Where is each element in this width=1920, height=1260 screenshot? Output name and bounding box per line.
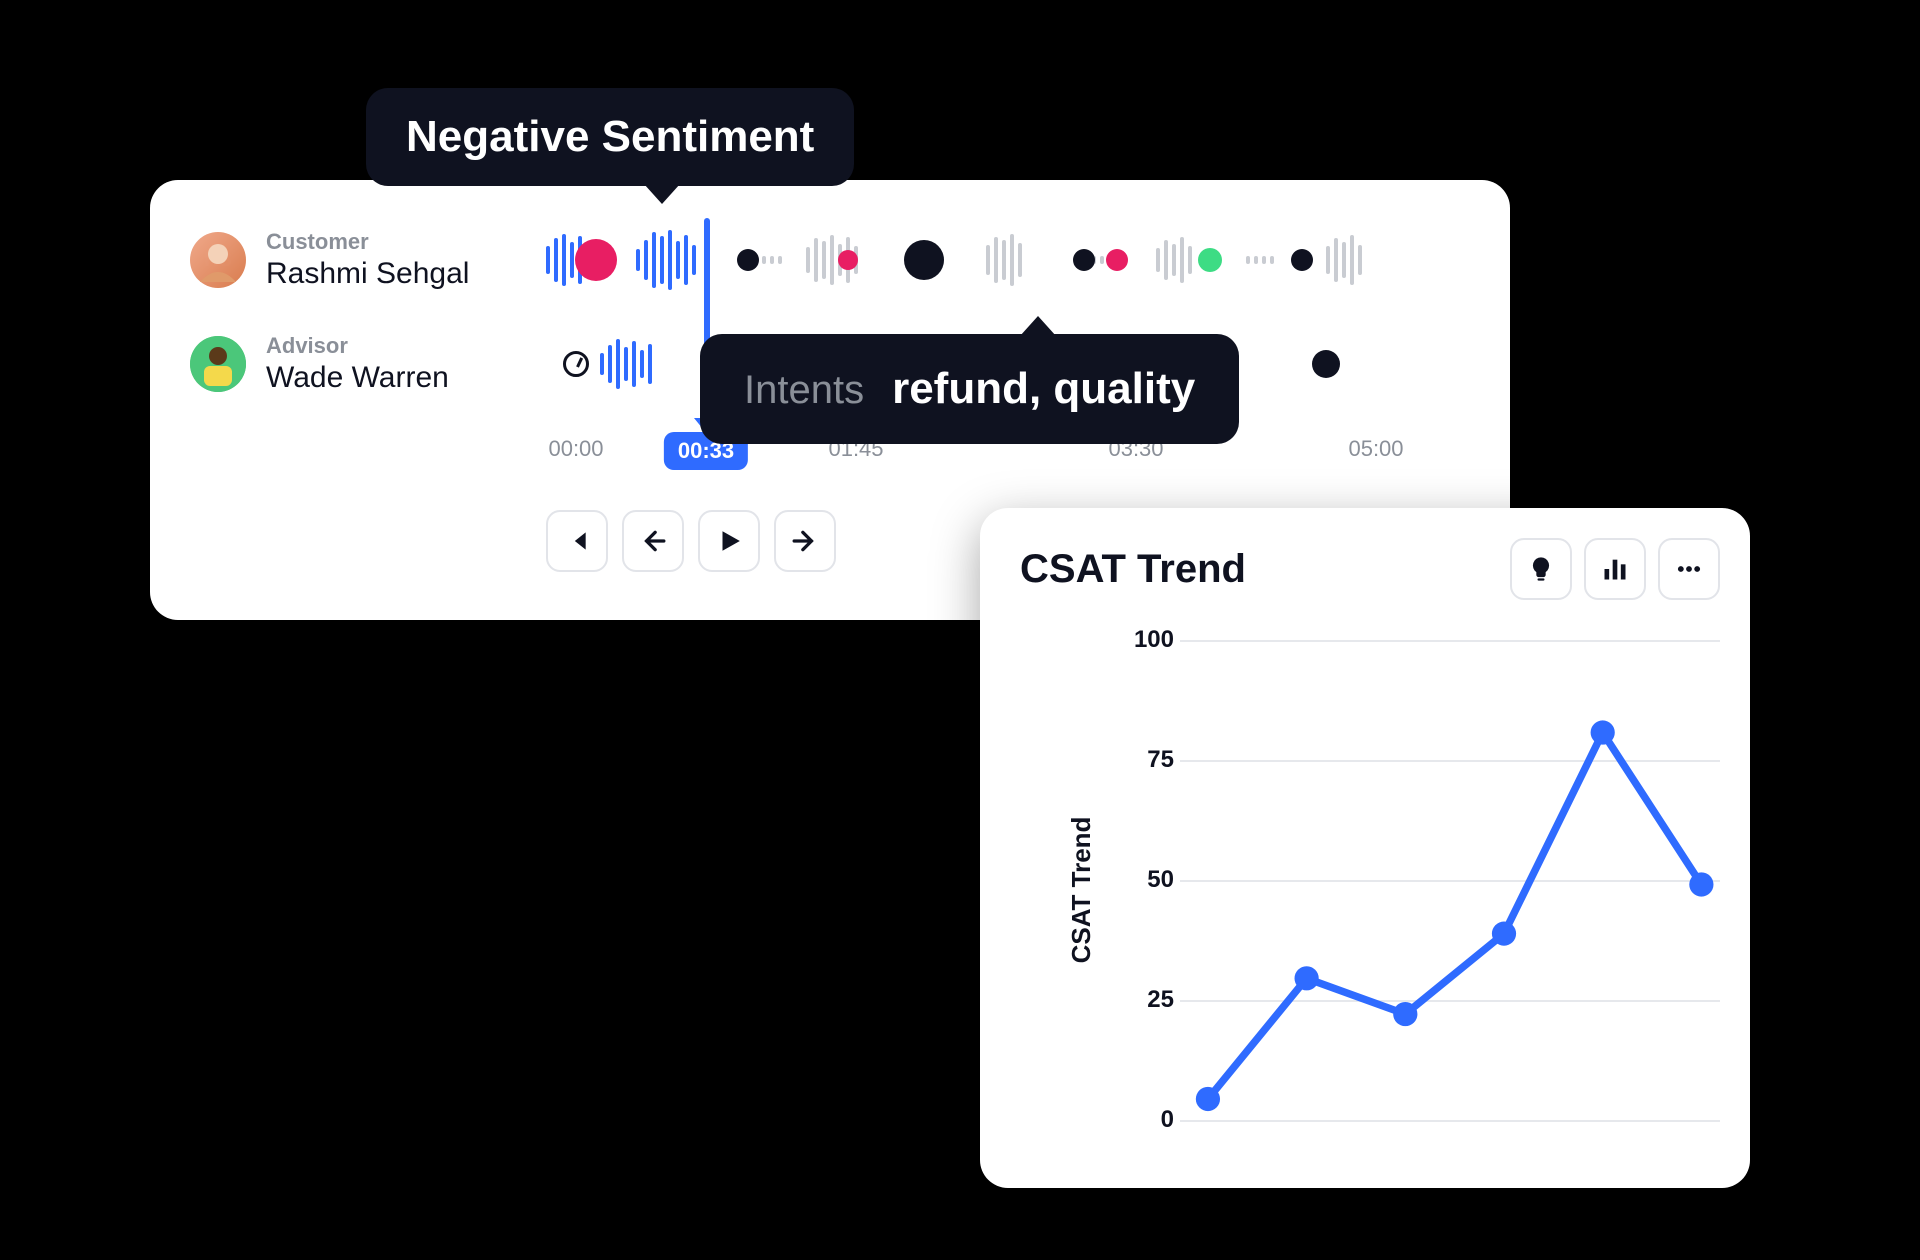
chart-y-tick: 75 xyxy=(1130,746,1174,774)
sentiment-dot xyxy=(1198,248,1222,272)
intents-tooltip-value: refund, quality xyxy=(892,364,1195,414)
chart-data-point[interactable] xyxy=(1393,1002,1417,1026)
chart-data-point[interactable] xyxy=(1492,922,1516,946)
play-icon xyxy=(716,528,742,554)
lightbulb-icon xyxy=(1527,555,1555,583)
chart-line xyxy=(1180,640,1720,1120)
chart-y-tick: 0 xyxy=(1130,1106,1174,1134)
chart-actions xyxy=(1510,538,1720,600)
arrow-left-icon xyxy=(640,528,666,554)
customer-name: Rashmi Sehgal xyxy=(266,257,546,291)
clock-icon xyxy=(563,351,589,377)
chart-data-point[interactable] xyxy=(1295,966,1319,990)
next-button[interactable] xyxy=(774,510,836,572)
customer-meta: Customer Rashmi Sehgal xyxy=(266,229,546,291)
sentiment-tooltip: Negative Sentiment xyxy=(366,88,854,186)
advisor-name: Wade Warren xyxy=(266,361,546,395)
skip-start-button[interactable] xyxy=(546,510,608,572)
arrow-right-icon xyxy=(792,528,818,554)
chart-data-point[interactable] xyxy=(1689,872,1713,896)
more-button[interactable] xyxy=(1658,538,1720,600)
chart-panel: CSAT Trend CSAT Trend 0 25 50 75 100 xyxy=(980,508,1750,1188)
chart-plot-area: 0255075100 xyxy=(1130,640,1720,1120)
chart-title: CSAT Trend xyxy=(1020,547,1246,592)
bar-chart-icon xyxy=(1601,555,1629,583)
chart-header: CSAT Trend xyxy=(1020,538,1720,600)
chart-y-tick: 50 xyxy=(1130,866,1174,894)
customer-role-label: Customer xyxy=(266,229,546,255)
more-icon xyxy=(1675,555,1703,583)
chart-y-tick: 100 xyxy=(1130,626,1174,654)
sentiment-tooltip-label: Negative Sentiment xyxy=(406,112,814,161)
playback-controls xyxy=(546,510,836,572)
customer-avatar: RS xyxy=(190,232,246,288)
sentiment-dot xyxy=(838,250,858,270)
play-button[interactable] xyxy=(698,510,760,572)
intents-tooltip-label: Intents xyxy=(744,368,864,413)
sentiment-dot-neutral xyxy=(1312,350,1340,378)
insight-button[interactable] xyxy=(1510,538,1572,600)
chart-y-tick: 25 xyxy=(1130,986,1174,1014)
sentiment-dot xyxy=(575,239,617,281)
advisor-role-label: Advisor xyxy=(266,333,546,359)
sentiment-dot xyxy=(1073,249,1095,271)
advisor-avatar xyxy=(190,336,246,392)
customer-track-row: RS Customer Rashmi Sehgal xyxy=(190,220,1470,300)
time-tick-0: 00:00 xyxy=(548,436,603,462)
customer-waveform-lane[interactable] xyxy=(546,230,1470,290)
skip-start-icon xyxy=(564,528,590,554)
sentiment-dot xyxy=(1106,249,1128,271)
sentiment-dot xyxy=(904,240,944,280)
chart-body: CSAT Trend 0255075100 xyxy=(1020,630,1720,1150)
chart-data-point[interactable] xyxy=(1591,720,1615,744)
sentiment-dot xyxy=(1291,249,1313,271)
sentiment-dot xyxy=(737,249,759,271)
advisor-meta: Advisor Wade Warren xyxy=(266,333,546,395)
prev-button[interactable] xyxy=(622,510,684,572)
chart-data-point[interactable] xyxy=(1196,1087,1220,1111)
bar-chart-button[interactable] xyxy=(1584,538,1646,600)
chart-y-axis-title: CSAT Trend xyxy=(1066,817,1097,964)
chart-gridline xyxy=(1180,1120,1720,1122)
intents-tooltip: Intents refund, quality xyxy=(700,334,1239,444)
time-tick-5: 05:00 xyxy=(1348,436,1403,462)
